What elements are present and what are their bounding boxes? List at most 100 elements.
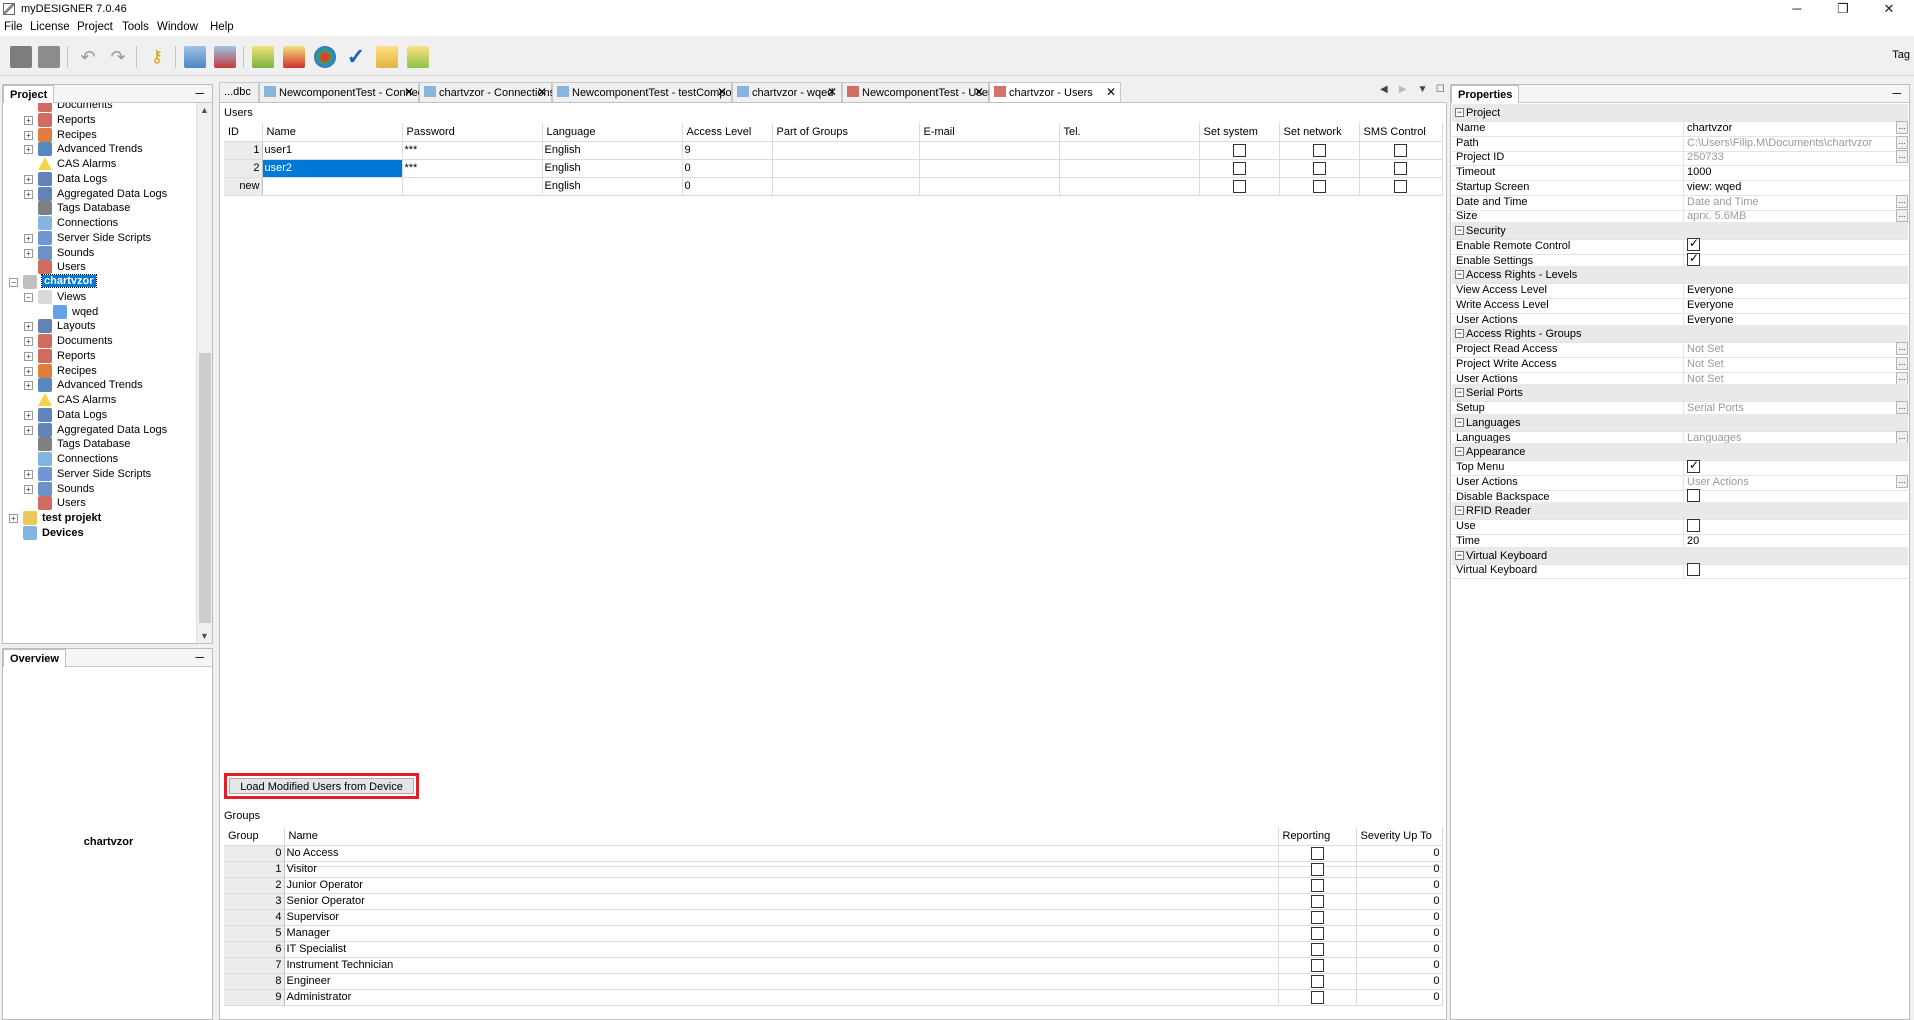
sms-control-checkbox[interactable] [1394,161,1407,175]
group-row[interactable]: 7 Instrument Technician 0 [224,957,1443,974]
ellipsis-button[interactable]: ... [1896,371,1908,385]
expand-icon[interactable]: + [24,351,33,361]
group-row[interactable]: 0 No Access 0 [224,845,1443,862]
set-network-checkbox[interactable] [1312,179,1326,193]
group-name-cell[interactable]: Instrument Technician [284,957,1279,974]
group-name-cell[interactable]: Junior Operator [284,877,1279,894]
user-cell-tel[interactable] [1059,177,1200,196]
set-network-checkbox[interactable] [1312,143,1326,157]
editor-tab[interactable]: NewcomponentTest - Connections ✕ [259,82,447,102]
import-icon[interactable] [184,46,206,68]
collapse-category-icon[interactable]: − [1455,329,1464,339]
property-checkbox[interactable] [1687,489,1700,503]
group-severity-cell[interactable]: 0 [1356,941,1443,958]
scrollbar-thumb[interactable] [199,353,211,623]
groups-column-header[interactable]: Group [224,827,285,846]
ellipsis-button[interactable]: ... [1896,194,1908,208]
users-column-header[interactable]: Tel. [1059,123,1200,142]
collapse-category-icon[interactable]: − [1455,506,1464,516]
users-column-header[interactable]: Set system [1199,123,1280,142]
reporting-checkbox[interactable] [1310,942,1324,956]
group-name-cell[interactable]: Supervisor [284,909,1279,926]
property-checkbox[interactable] [1687,458,1700,473]
group-row[interactable]: 4 Supervisor 0 [224,909,1443,926]
user-cell-groups[interactable] [772,141,920,160]
property-checkbox[interactable] [1687,252,1700,267]
reporting-checkbox[interactable] [1310,974,1324,988]
reporting-checkbox[interactable] [1310,910,1324,924]
user-cell-email[interactable] [919,177,1060,196]
groups-column-header[interactable]: Reporting [1278,827,1357,846]
editor-tab[interactable]: ...dbc [219,82,259,102]
group-severity-cell[interactable]: 0 [1356,973,1443,990]
expand-icon[interactable]: + [24,145,33,155]
tree-item[interactable]: Devices [3,524,196,542]
editor-tab[interactable]: chartvzor - wqed ✕ [732,82,842,102]
menu-help[interactable]: Help [210,21,234,33]
user-row[interactable]: 1 user1 *** English 9 [224,141,1443,160]
editor-tab[interactable]: chartvzor - Users ✕ [989,82,1121,103]
expand-icon[interactable]: + [24,410,33,420]
expand-icon[interactable]: + [24,115,33,125]
sms-control-checkbox[interactable] [1394,143,1407,157]
key-icon[interactable]: ⚷ [146,46,168,68]
scroll-down-icon[interactable]: ▼ [200,631,209,641]
users-column-header[interactable]: ID [224,123,263,142]
group-name-cell[interactable]: Engineer [284,973,1279,990]
users-column-header[interactable]: SMS Control [1359,123,1443,142]
user-cell-tel[interactable] [1059,159,1200,178]
close-tab-icon[interactable]: ✕ [404,85,414,99]
tag-button[interactable]: Tag [1892,49,1910,61]
user-row[interactable]: 2 user2 *** English 0 [224,159,1443,178]
close-tab-icon[interactable]: ✕ [974,85,984,99]
maximize-button[interactable]: ❐ [1820,0,1866,18]
close-button[interactable]: ✕ [1866,0,1912,18]
ellipsis-button[interactable]: ... [1896,135,1908,149]
load-modified-users-button[interactable]: Load Modified Users from Device [224,773,419,799]
reporting-checkbox[interactable] [1310,878,1324,892]
user-cell-password[interactable]: *** [402,159,543,178]
users-column-header[interactable]: Set network [1279,123,1360,142]
users-column-header[interactable]: E-mail [919,123,1060,142]
group-severity-cell[interactable]: 0 [1356,957,1443,974]
group-row[interactable]: 1 Visitor 0 [224,861,1443,878]
collapse-category-icon[interactable]: − [1455,447,1464,457]
users-column-header[interactable]: Language [542,123,683,142]
minimize-button[interactable]: ─ [1774,0,1820,18]
group-name-cell[interactable]: Visitor [284,861,1279,878]
collapse-icon[interactable]: − [9,278,18,287]
user-cell-access-level[interactable]: 0 [682,177,773,196]
property-checkbox[interactable] [1687,562,1700,576]
user-cell-access-level[interactable]: 9 [682,141,773,160]
ellipsis-button[interactable]: ... [1896,120,1908,134]
user-cell-groups[interactable] [772,159,920,178]
expand-icon[interactable]: + [24,337,33,346]
user-cell-tel[interactable] [1059,141,1200,160]
minimize-overview-icon[interactable]: ─ [195,650,204,664]
folder-add-icon[interactable] [407,46,429,68]
user-cell-name[interactable] [262,177,403,196]
undo-icon[interactable]: ↶ [77,46,99,68]
reporting-checkbox[interactable] [1310,958,1324,972]
ellipsis-button[interactable]: ... [1896,150,1908,164]
tab-scroll-right-icon[interactable]: ▶ [1399,84,1407,95]
group-row[interactable]: 3 Senior Operator 0 [224,893,1443,910]
palette-icon[interactable] [314,46,336,68]
tab-maximize-icon[interactable]: ☐ [1436,84,1445,95]
set-system-checkbox[interactable] [1232,143,1246,157]
ellipsis-button[interactable]: ... [1896,474,1908,488]
property-checkbox[interactable] [1687,237,1700,252]
checkmark-icon[interactable]: ✓ [345,46,367,68]
expand-icon[interactable]: + [24,425,33,435]
expand-icon[interactable]: + [24,248,33,258]
user-cell-name[interactable]: user2 [262,159,403,178]
group-name-cell[interactable]: Administrator [284,989,1279,1006]
user-cell-groups[interactable] [772,177,920,196]
users-column-header[interactable]: Access Level [682,123,773,142]
user-cell-name[interactable]: user1 [262,141,403,160]
expand-icon[interactable]: + [24,484,33,494]
users-column-header[interactable]: Name [262,123,403,142]
expand-icon[interactable]: + [24,381,33,391]
minimize-properties-icon[interactable]: ─ [1892,86,1901,100]
close-tab-icon[interactable]: ✕ [827,85,837,99]
